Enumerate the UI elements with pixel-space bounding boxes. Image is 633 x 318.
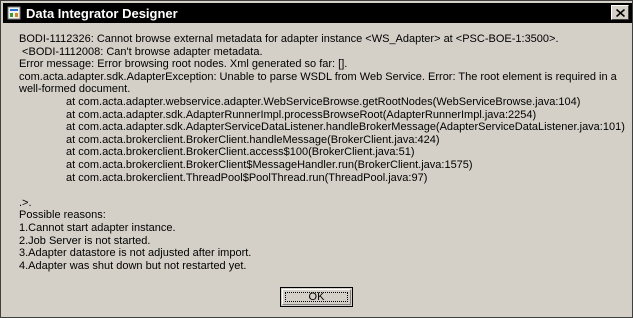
dialog-window: Data Integrator Designer BODI-1112326: C… [0,0,633,318]
close-icon [615,4,625,22]
reason-item: 1.Cannot start adapter instance. [19,221,176,234]
stack-line: at com.acta.brokerclient.ThreadPool$Pool… [66,171,428,184]
stack-line: at com.acta.adapter.sdk.AdapterRunnerImp… [66,108,537,121]
message-line: BODI-1112326: Cannot browse external met… [19,33,559,45]
reason-item: 2.Job Server is not started. [19,234,151,247]
message-line: Error message: Error browsing root nodes… [19,58,348,71]
reason-item: 3.Adapter datastore is not adjusted afte… [19,247,252,260]
message-text: BODI-1112326: Cannot browse external met… [19,33,625,272]
message-line: <BODI-1112008: Can't browse adapter meta… [19,45,263,58]
stack-line: at com.acta.brokerclient.BrokerClient.ac… [66,146,415,159]
window-title: Data Integrator Designer [26,5,178,21]
ok-button[interactable]: OK [280,287,353,307]
reasons-header: Possible reasons: [19,209,106,222]
reason-item: 4.Adapter was shut down but not restarte… [19,259,247,272]
app-icon [7,6,21,20]
ok-button-label: OK [308,291,325,303]
title-bar[interactable]: Data Integrator Designer [3,3,632,23]
stack-line: at com.acta.brokerclient.BrokerClient$Me… [66,158,473,171]
end-marker: .>. [19,196,32,209]
close-button[interactable] [611,5,629,20]
stack-line: at com.acta.brokerclient.BrokerClient.ha… [66,133,440,146]
stack-line: at com.acta.adapter.sdk.AdapterServiceDa… [66,121,625,134]
stack-line: at com.acta.adapter.webservice.adapter.W… [66,95,581,108]
message-line: com.acta.adapter.sdk.AdapterException: U… [19,70,617,96]
